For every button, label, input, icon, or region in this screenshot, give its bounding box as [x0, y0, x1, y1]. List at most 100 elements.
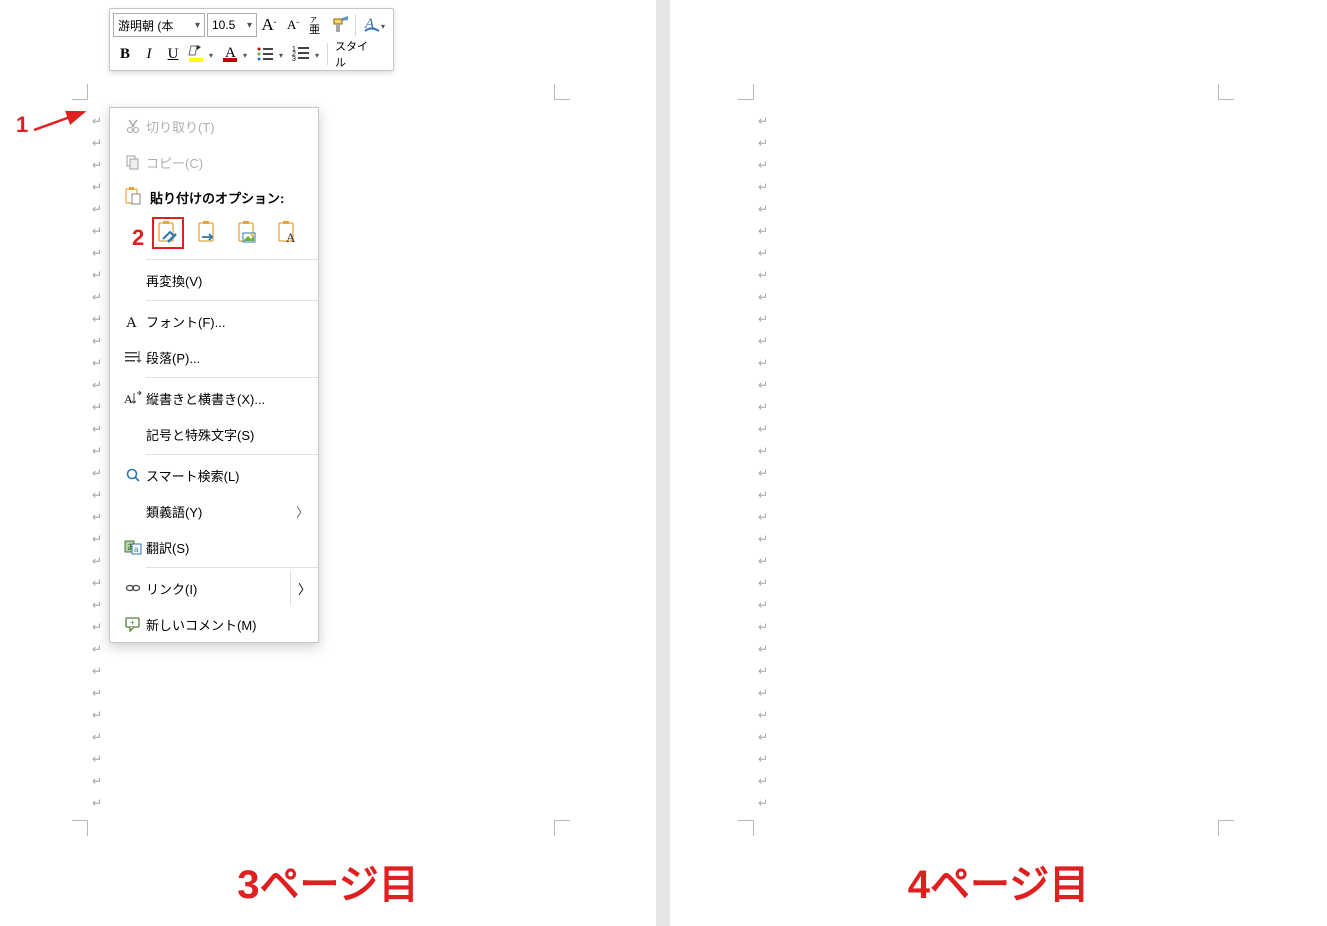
- menu-copy-label: コピー(C): [146, 153, 308, 172]
- paste-merge-button[interactable]: [192, 217, 224, 249]
- font-name-select[interactable]: 游明朝 (本 ▾: [113, 13, 205, 37]
- svg-text:▾: ▾: [209, 51, 213, 60]
- highlight-color-button[interactable]: ▾: [185, 41, 219, 67]
- blank-icon: [120, 424, 146, 444]
- margin-corner-br: [554, 820, 570, 836]
- bullets-button[interactable]: ▾: [253, 41, 289, 67]
- svg-text:3: 3: [292, 56, 296, 63]
- context-menu: 切り取り(T) コピー(C) 貼り付けのオプション: A 2 再変換(V) A …: [109, 107, 319, 643]
- translate-icon: あa: [120, 537, 146, 557]
- annotation-1: 1: [16, 112, 28, 138]
- menu-synonyms-label: 類義語(Y): [146, 502, 296, 521]
- page-gap: [656, 0, 670, 926]
- menu-smart-lookup-label: スマート検索(L): [146, 466, 308, 485]
- paste-keep-source-button[interactable]: [152, 217, 184, 249]
- menu-paragraph-label: 段落(P)...: [146, 348, 308, 367]
- svg-text:A: A: [124, 392, 133, 406]
- search-icon: [120, 465, 146, 485]
- margin-corner-tl: [72, 84, 88, 100]
- comment-icon: +: [120, 614, 146, 634]
- menu-font-label: フォント(F)...: [146, 312, 308, 331]
- font-size-select[interactable]: 10.5 ▾: [207, 13, 257, 37]
- svg-text:A: A: [286, 230, 296, 245]
- paragraph-marks-left: ↵↵↵↵↵↵↵↵↵↵↵↵↵↵↵↵↵↵↵↵↵↵↵↵↵↵↵↵↵↵↵↵: [92, 110, 102, 814]
- numbering-button[interactable]: 123▾: [289, 41, 325, 67]
- svg-text:A: A: [126, 315, 137, 329]
- menu-separator: [146, 567, 318, 568]
- menu-text-direction-label: 縦書きと横書き(X)...: [146, 389, 308, 408]
- svg-text:▾: ▾: [381, 22, 385, 31]
- menu-separator: [146, 454, 318, 455]
- font-name-value: 游明朝 (本: [118, 17, 173, 34]
- menu-synonyms[interactable]: 類義語(Y) 〉: [110, 493, 318, 529]
- margin-corner-tr: [1218, 84, 1234, 100]
- submenu-arrow-icon: 〉: [296, 502, 308, 521]
- submenu-arrow-icon: 〉: [298, 579, 311, 598]
- svg-text:ア: ア: [310, 16, 317, 24]
- bold-button[interactable]: B: [113, 41, 137, 67]
- blank-icon: [120, 270, 146, 290]
- margin-corner-tl: [738, 84, 754, 100]
- mini-toolbar: 游明朝 (本 ▾ 10.5 ▾ Aˆ Aˇ ア亜 A▾ B I U ▾: [109, 8, 394, 71]
- annotation-2: 2: [132, 225, 144, 251]
- paragraph-icon: [120, 347, 146, 367]
- format-painter-button[interactable]: [329, 12, 353, 38]
- toolbar-separator: [327, 43, 328, 65]
- font-icon: A: [120, 311, 146, 331]
- menu-new-comment-label: 新しいコメント(M): [146, 615, 308, 634]
- page-4-label: 4ページ目: [908, 852, 1089, 910]
- styles-button[interactable]: スタイル: [330, 41, 374, 67]
- menu-translate-label: 翻訳(S): [146, 538, 308, 557]
- paste-icon: [120, 186, 146, 206]
- svg-text:亜: 亜: [309, 24, 320, 35]
- menu-text-direction[interactable]: A 縦書きと横書き(X)...: [110, 380, 318, 416]
- font-size-value: 10.5: [212, 18, 235, 32]
- menu-cut[interactable]: 切り取り(T): [110, 108, 318, 144]
- menu-reconvert-label: 再変換(V): [146, 271, 308, 290]
- svg-text:▾: ▾: [315, 51, 319, 60]
- menu-symbols-label: 記号と特殊文字(S): [146, 425, 308, 444]
- annotation-1-arrow: [30, 108, 90, 136]
- menu-font[interactable]: A フォント(F)...: [110, 303, 318, 339]
- shrink-font-button[interactable]: Aˇ: [281, 12, 305, 38]
- menu-link-label: リンク(I): [146, 579, 290, 598]
- italic-button[interactable]: I: [137, 41, 161, 67]
- font-color-button[interactable]: A▾: [219, 41, 253, 67]
- menu-new-comment[interactable]: + 新しいコメント(M): [110, 606, 318, 642]
- menu-link[interactable]: リンク(I) 〉: [110, 570, 318, 606]
- margin-corner-br: [1218, 820, 1234, 836]
- margin-corner-tr: [554, 84, 570, 100]
- page-4: ↵↵↵↵↵↵↵↵↵↵↵↵↵↵↵↵↵↵↵↵↵↵↵↵↵↵↵↵↵↵↵↵ 4ページ目: [670, 0, 1327, 926]
- phonetic-guide-button[interactable]: ア亜: [305, 12, 329, 38]
- menu-cut-label: 切り取り(T): [146, 117, 308, 136]
- toolbar-separator: [355, 14, 356, 36]
- menu-symbols[interactable]: 記号と特殊文字(S): [110, 416, 318, 452]
- chevron-down-icon: ▾: [195, 20, 200, 31]
- menu-reconvert[interactable]: 再変換(V): [110, 262, 318, 298]
- margin-corner-bl: [72, 820, 88, 836]
- chevron-down-icon: ▾: [247, 20, 252, 31]
- menu-separator: [146, 259, 318, 260]
- menu-paragraph[interactable]: 段落(P)...: [110, 339, 318, 375]
- underline-button[interactable]: U: [161, 41, 185, 67]
- svg-text:a: a: [134, 545, 139, 554]
- margin-corner-bl: [738, 820, 754, 836]
- link-icon: [120, 578, 146, 598]
- paragraph-marks-right: ↵↵↵↵↵↵↵↵↵↵↵↵↵↵↵↵↵↵↵↵↵↵↵↵↵↵↵↵↵↵↵↵: [758, 110, 768, 814]
- blank-icon: [120, 501, 146, 521]
- font-color-split-button[interactable]: A▾: [358, 12, 390, 38]
- svg-text:+: +: [130, 618, 135, 627]
- paste-text-only-button[interactable]: A: [272, 217, 304, 249]
- svg-text:▾: ▾: [279, 51, 283, 60]
- paste-picture-button[interactable]: [232, 217, 264, 249]
- menu-copy[interactable]: コピー(C): [110, 144, 318, 180]
- text-direction-icon: A: [120, 388, 146, 408]
- menu-translate[interactable]: あa 翻訳(S): [110, 529, 318, 565]
- grow-font-button[interactable]: Aˆ: [257, 12, 281, 38]
- menu-separator: [146, 377, 318, 378]
- svg-text:▾: ▾: [243, 51, 247, 60]
- menu-separator: [146, 300, 318, 301]
- menu-smart-lookup[interactable]: スマート検索(L): [110, 457, 318, 493]
- submenu-arrow-box[interactable]: 〉: [290, 570, 318, 606]
- copy-icon: [120, 152, 146, 172]
